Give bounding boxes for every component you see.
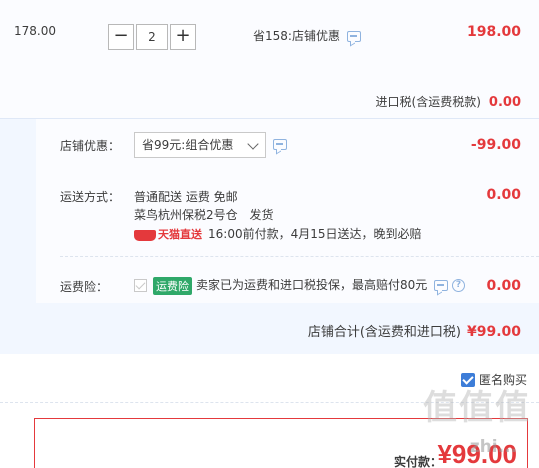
chevron-down-icon [247,138,259,150]
coupon-value: -99.00 [470,137,521,153]
item-discount-text: 省158:店铺优惠 [253,29,340,43]
shop-summary-block: 店铺优惠： 省99元:组合优惠 -99.00 运送方式： 普通配送 运费 免邮 … [0,118,539,354]
payment-label: 实付款： [393,455,442,468]
shop-total-value: ¥99.00 [466,324,521,340]
chat-icon[interactable] [346,31,361,42]
delivery-promise: 16:00前付款，4月15日送达，晚到必赔 [208,227,422,241]
divider [60,256,539,257]
shop-options-panel: 店铺优惠： 省99元:组合优惠 -99.00 运送方式： 普通配送 运费 免邮 … [36,119,539,303]
help-icon[interactable]: ? [451,279,465,292]
watermark-domain: zhi... [469,437,517,457]
warehouse: 菜鸟杭州保税2号仓 [134,208,238,222]
shipping-method: 普通配送 运费 免邮 [134,190,238,204]
quantity-input[interactable]: 2 [136,24,168,50]
insurance-line: 运费险 卖家已为运费和进口税投保，最高赔付80元 ? [134,276,465,295]
quantity-stepper: − 2 + [108,24,196,50]
insurance-label: 运费险： [60,280,109,294]
warehouse-line: 菜鸟杭州保税2号仓 发货 [134,206,273,223]
shop-total-label: 店铺合计(含运费和进口税) [307,325,461,340]
shop-total: 店铺合计(含运费和进口税) ¥99.00 [308,321,521,340]
coupon-select[interactable]: 省99元:组合优惠 [134,132,266,158]
insurance-value: 0.00 [486,278,521,294]
shipping-value: 0.00 [486,187,521,203]
coupon-selected-value: 省99元:组合优惠 [142,138,234,152]
chat-icon[interactable] [434,280,449,291]
import-tax-value: 0.00 [488,95,521,110]
unit-price: 178.00 [14,24,56,38]
import-tax-label: 进口税(含运费税款) [375,95,481,109]
delivery-line: 天猫直送 16:00前付款，4月15日送达，晚到必赔 [134,225,422,242]
coupon-label: 店铺优惠： [60,139,121,153]
shipping-label: 运送方式： [60,190,121,204]
tmall-cat-icon [134,229,156,241]
item-discount: 省158:店铺优惠 [253,27,361,44]
chat-icon[interactable] [273,139,287,150]
watermark-logo: 值值值 [423,388,531,428]
item-total-price: 198.00 [466,24,521,40]
ship-from: 发货 [249,208,274,222]
order-item-row: 178.00 − 2 + 省158:店铺优惠 198.00 进口税(含运费税款)… [0,0,539,118]
insurance-tag: 运费险 [153,276,192,295]
insurance-checkbox [134,279,147,292]
import-tax: 进口税(含运费税款) 0.00 [376,93,521,110]
tmall-direct-badge: 天猫直送 [134,226,202,242]
tmall-badge-text: 天猫直送 [158,228,202,241]
decrease-quantity-button[interactable]: − [108,24,134,50]
increase-quantity-button[interactable]: + [170,24,196,50]
insurance-text: 卖家已为运费和进口税投保，最高赔付80元 [196,278,428,292]
